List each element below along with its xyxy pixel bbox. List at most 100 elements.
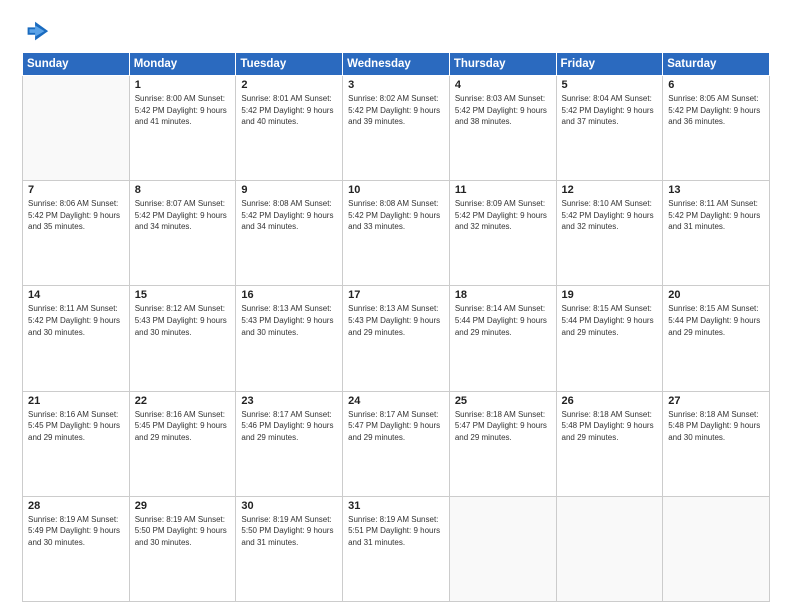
day-number: 12 — [562, 184, 658, 196]
calendar-cell: 2 Sunrise: 8:01 AM Sunset: 5:42 PM Daylig… — [236, 76, 343, 181]
calendar-cell: 22Sunrise: 8:16 AM Sunset: 5:45 PM Dayli… — [129, 391, 236, 496]
day-info: Sunrise: 8:19 AM Sunset: 5:50 PM Dayligh… — [241, 514, 337, 549]
calendar-cell: 15 Sunrise: 8:12 AM Sunset: 5:43 PM Dayli… — [129, 286, 236, 391]
day-info: Sunrise: 8:17 AM Sunset: 5:46 PM Dayligh… — [241, 409, 337, 444]
calendar-cell: 24 Sunrise: 8:17 AM Sunset: 5:47 PM Dayli… — [343, 391, 450, 496]
day-number: 23 — [241, 395, 337, 407]
calendar-cell: 10Sunrise: 8:08 AM Sunset: 5:42 PM Dayli… — [343, 181, 450, 286]
day-info: Sunrise: 8:05 AM Sunset: 5:42 PM Dayligh… — [668, 93, 764, 128]
calendar-cell: 3Sunrise: 8:02 AM Sunset: 5:42 PM Daylig… — [343, 76, 450, 181]
day-number: 14 — [28, 289, 124, 301]
calendar-cell: 25 Sunrise: 8:18 AM Sunset: 5:47 PM Dayli… — [449, 391, 556, 496]
calendar-cell — [23, 76, 130, 181]
day-number: 24 — [348, 395, 444, 407]
day-info: Sunrise: 8:06 AM Sunset: 5:42 PM Dayligh… — [28, 198, 124, 233]
calendar-cell: 21 Sunrise: 8:16 AM Sunset: 5:45 PM Dayli… — [23, 391, 130, 496]
day-number: 30 — [241, 500, 337, 512]
weekday-saturday: Saturday — [663, 53, 770, 76]
day-info: Sunrise: 8:17 AM Sunset: 5:47 PM Dayligh… — [348, 409, 444, 444]
calendar-cell: 29Sunrise: 8:19 AM Sunset: 5:50 PM Dayli… — [129, 496, 236, 601]
day-info: Sunrise: 8:16 AM Sunset: 5:45 PM Dayligh… — [28, 409, 124, 444]
day-number: 3 — [348, 79, 444, 91]
calendar-cell: 14 Sunrise: 8:11 AM Sunset: 5:42 PM Dayli… — [23, 286, 130, 391]
day-info: Sunrise: 8:13 AM Sunset: 5:43 PM Dayligh… — [241, 303, 337, 338]
day-info: Sunrise: 8:18 AM Sunset: 5:47 PM Dayligh… — [455, 409, 551, 444]
calendar-week-row: 28 Sunrise: 8:19 AM Sunset: 5:49 PM Dayli… — [23, 496, 770, 601]
day-number: 25 — [455, 395, 551, 407]
day-info: Sunrise: 8:19 AM Sunset: 5:49 PM Dayligh… — [28, 514, 124, 549]
day-info: Sunrise: 8:19 AM Sunset: 5:50 PM Dayligh… — [135, 514, 231, 549]
calendar-week-row: 21 Sunrise: 8:16 AM Sunset: 5:45 PM Dayli… — [23, 391, 770, 496]
day-info: Sunrise: 8:04 AM Sunset: 5:42 PM Dayligh… — [562, 93, 658, 128]
day-number: 7 — [28, 184, 124, 196]
day-info: Sunrise: 8:18 AM Sunset: 5:48 PM Dayligh… — [562, 409, 658, 444]
calendar-header: SundayMondayTuesdayWednesdayThursdayFrid… — [23, 53, 770, 76]
calendar-cell: 16 Sunrise: 8:13 AM Sunset: 5:43 PM Dayli… — [236, 286, 343, 391]
day-number: 11 — [455, 184, 551, 196]
day-number: 8 — [135, 184, 231, 196]
calendar-cell: 12 Sunrise: 8:10 AM Sunset: 5:42 PM Dayli… — [556, 181, 663, 286]
day-number: 17 — [348, 289, 444, 301]
day-number: 16 — [241, 289, 337, 301]
calendar-cell: 7 Sunrise: 8:06 AM Sunset: 5:42 PM Daylig… — [23, 181, 130, 286]
day-info: Sunrise: 8:00 AM Sunset: 5:42 PM Dayligh… — [135, 93, 231, 128]
day-info: Sunrise: 8:10 AM Sunset: 5:42 PM Dayligh… — [562, 198, 658, 233]
day-number: 15 — [135, 289, 231, 301]
header — [22, 18, 770, 46]
day-number: 18 — [455, 289, 551, 301]
weekday-header-row: SundayMondayTuesdayWednesdayThursdayFrid… — [23, 53, 770, 76]
calendar-week-row: 14 Sunrise: 8:11 AM Sunset: 5:42 PM Dayli… — [23, 286, 770, 391]
day-number: 31 — [348, 500, 444, 512]
day-info: Sunrise: 8:08 AM Sunset: 5:42 PM Dayligh… — [241, 198, 337, 233]
weekday-wednesday: Wednesday — [343, 53, 450, 76]
calendar-cell: 13Sunrise: 8:11 AM Sunset: 5:42 PM Dayli… — [663, 181, 770, 286]
day-number: 26 — [562, 395, 658, 407]
day-number: 13 — [668, 184, 764, 196]
weekday-tuesday: Tuesday — [236, 53, 343, 76]
day-number: 10 — [348, 184, 444, 196]
calendar-table: SundayMondayTuesdayWednesdayThursdayFrid… — [22, 52, 770, 602]
day-info: Sunrise: 8:09 AM Sunset: 5:42 PM Dayligh… — [455, 198, 551, 233]
day-info: Sunrise: 8:03 AM Sunset: 5:42 PM Dayligh… — [455, 93, 551, 128]
day-number: 6 — [668, 79, 764, 91]
calendar-cell: 30 Sunrise: 8:19 AM Sunset: 5:50 PM Dayli… — [236, 496, 343, 601]
day-number: 2 — [241, 79, 337, 91]
page: SundayMondayTuesdayWednesdayThursdayFrid… — [0, 0, 792, 612]
calendar-cell: 31 Sunrise: 8:19 AM Sunset: 5:51 PM Dayli… — [343, 496, 450, 601]
day-number: 20 — [668, 289, 764, 301]
calendar-cell: 19Sunrise: 8:15 AM Sunset: 5:44 PM Dayli… — [556, 286, 663, 391]
day-info: Sunrise: 8:12 AM Sunset: 5:43 PM Dayligh… — [135, 303, 231, 338]
calendar-cell: 17 Sunrise: 8:13 AM Sunset: 5:43 PM Dayli… — [343, 286, 450, 391]
day-number: 28 — [28, 500, 124, 512]
calendar-cell: 18Sunrise: 8:14 AM Sunset: 5:44 PM Dayli… — [449, 286, 556, 391]
calendar-cell: 1Sunrise: 8:00 AM Sunset: 5:42 PM Daylig… — [129, 76, 236, 181]
calendar-week-row: 7 Sunrise: 8:06 AM Sunset: 5:42 PM Daylig… — [23, 181, 770, 286]
day-info: Sunrise: 8:15 AM Sunset: 5:44 PM Dayligh… — [668, 303, 764, 338]
calendar-cell: 9Sunrise: 8:08 AM Sunset: 5:42 PM Daylig… — [236, 181, 343, 286]
calendar-body: 1Sunrise: 8:00 AM Sunset: 5:42 PM Daylig… — [23, 76, 770, 602]
weekday-sunday: Sunday — [23, 53, 130, 76]
day-info: Sunrise: 8:01 AM Sunset: 5:42 PM Dayligh… — [241, 93, 337, 128]
day-number: 5 — [562, 79, 658, 91]
day-info: Sunrise: 8:11 AM Sunset: 5:42 PM Dayligh… — [28, 303, 124, 338]
day-info: Sunrise: 8:18 AM Sunset: 5:48 PM Dayligh… — [668, 409, 764, 444]
calendar-week-row: 1Sunrise: 8:00 AM Sunset: 5:42 PM Daylig… — [23, 76, 770, 181]
weekday-thursday: Thursday — [449, 53, 556, 76]
day-number: 22 — [135, 395, 231, 407]
logo — [22, 18, 54, 46]
day-number: 27 — [668, 395, 764, 407]
day-number: 4 — [455, 79, 551, 91]
calendar-cell: 27 Sunrise: 8:18 AM Sunset: 5:48 PM Dayli… — [663, 391, 770, 496]
calendar-cell — [556, 496, 663, 601]
day-info: Sunrise: 8:19 AM Sunset: 5:51 PM Dayligh… — [348, 514, 444, 549]
day-number: 21 — [28, 395, 124, 407]
calendar-cell: 23 Sunrise: 8:17 AM Sunset: 5:46 PM Dayli… — [236, 391, 343, 496]
calendar-cell: 5 Sunrise: 8:04 AM Sunset: 5:42 PM Daylig… — [556, 76, 663, 181]
day-info: Sunrise: 8:13 AM Sunset: 5:43 PM Dayligh… — [348, 303, 444, 338]
logo-icon — [22, 18, 50, 46]
weekday-monday: Monday — [129, 53, 236, 76]
calendar-cell — [449, 496, 556, 601]
calendar-cell: 6 Sunrise: 8:05 AM Sunset: 5:42 PM Daylig… — [663, 76, 770, 181]
day-info: Sunrise: 8:15 AM Sunset: 5:44 PM Dayligh… — [562, 303, 658, 338]
calendar-cell: 20 Sunrise: 8:15 AM Sunset: 5:44 PM Dayli… — [663, 286, 770, 391]
